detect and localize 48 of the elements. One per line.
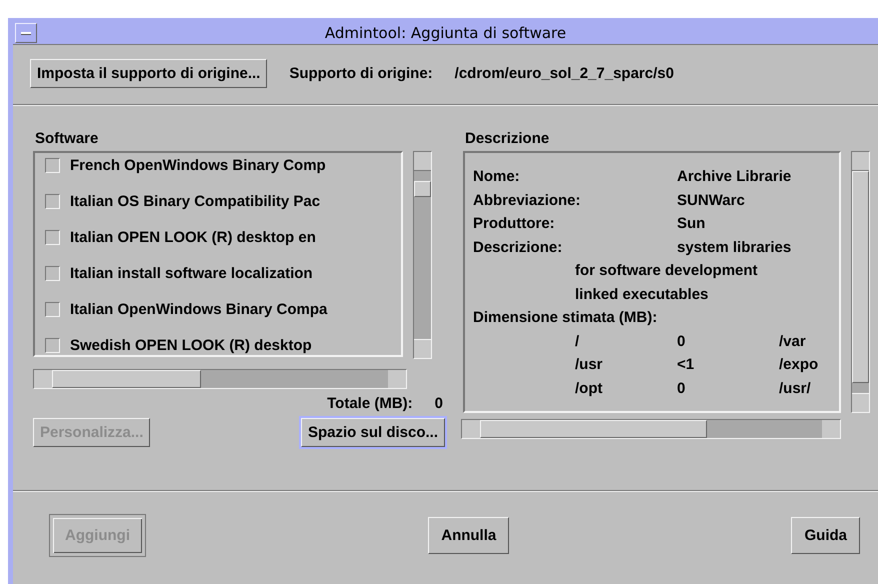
software-heading: Software xyxy=(35,130,100,147)
checkbox[interactable] xyxy=(45,158,60,172)
size-value: 0 xyxy=(677,378,686,398)
size-value: <1 xyxy=(677,355,696,375)
horizontal-scrollbar[interactable] xyxy=(33,369,407,389)
set-source-button[interactable]: Imposta il supporto di origine... xyxy=(30,59,268,88)
filesystem-path: /usr/ xyxy=(779,378,811,398)
software-item[interactable]: Italian OS Binary Compatibility Pac xyxy=(70,192,320,210)
vertical-scrollbar[interactable] xyxy=(413,151,432,359)
filesystem-path: /var xyxy=(779,332,806,352)
field-value: system libraries xyxy=(677,238,792,258)
source-path: /cdrom/euro_sol_2_7_sparc/s0 xyxy=(454,65,674,82)
filesystem-path: /expo xyxy=(779,355,818,375)
checkbox[interactable] xyxy=(45,230,60,244)
total-label: Totale (MB): xyxy=(327,395,413,412)
checkbox[interactable] xyxy=(45,338,60,352)
window-menu-button[interactable] xyxy=(15,23,37,43)
field-value: Sun xyxy=(677,214,706,234)
checkbox[interactable] xyxy=(45,302,60,316)
checkbox[interactable] xyxy=(45,266,60,280)
window-title: Admintool: Aggiunta di software xyxy=(324,24,568,42)
software-item[interactable]: Italian OpenWindows Binary Compa xyxy=(70,300,328,318)
field-label: Descrizione: xyxy=(473,238,564,258)
disk-space-button[interactable]: Spazio sul disco... xyxy=(300,418,445,447)
field-value: SUNWarc xyxy=(677,190,745,210)
checkbox[interactable] xyxy=(45,194,60,208)
size-heading: Dimensione stimata (MB): xyxy=(473,308,658,328)
filesystem-path: /usr xyxy=(575,355,604,375)
action-button[interactable]: Annulla xyxy=(428,517,510,554)
software-item[interactable]: Italian install software localization xyxy=(70,264,313,282)
field-label: Abbreviazione: xyxy=(473,190,582,210)
field-label: Produttore: xyxy=(473,214,556,234)
total-value: 0 xyxy=(434,395,443,412)
filesystem-path: / xyxy=(575,332,580,352)
field-value: Archive Librarie xyxy=(677,167,792,187)
horizontal-scrollbar[interactable] xyxy=(461,419,841,439)
description-text: linked executables xyxy=(575,286,708,302)
software-item[interactable]: French OpenWindows Binary Comp xyxy=(70,156,326,174)
vertical-scrollbar[interactable] xyxy=(851,151,870,413)
size-value: 0 xyxy=(677,332,686,352)
action-button[interactable]: Guida xyxy=(791,517,860,554)
filesystem-path: /opt xyxy=(575,378,604,398)
source-label: Supporto di origine: xyxy=(289,65,433,82)
field-label: Nome: xyxy=(473,167,521,187)
description-text: for software development xyxy=(575,262,758,279)
description-heading: Descrizione xyxy=(465,130,550,147)
software-item[interactable]: Italian OPEN LOOK (R) desktop en xyxy=(70,228,316,246)
software-item[interactable]: Swedish OPEN LOOK (R) desktop xyxy=(70,336,312,354)
